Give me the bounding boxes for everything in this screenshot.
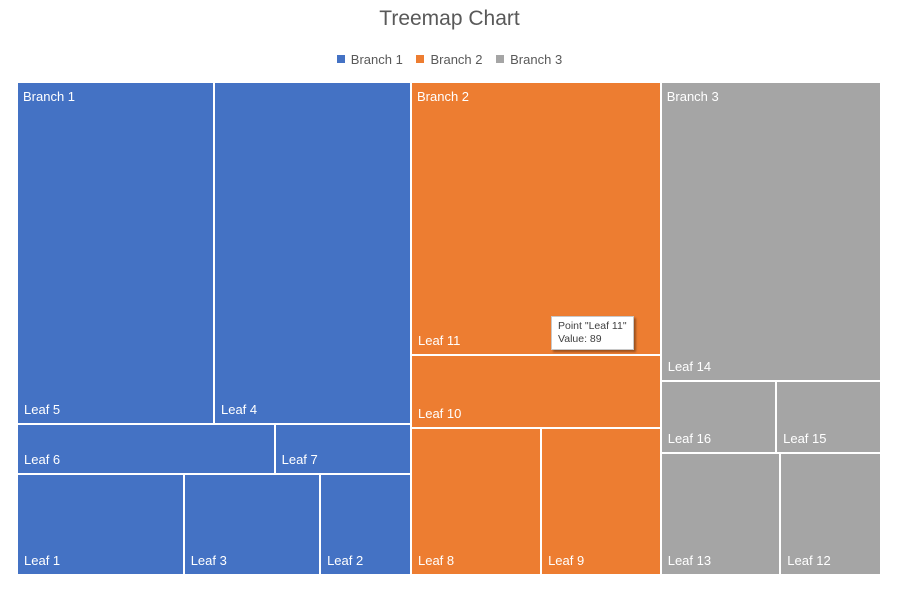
treemap-cell-leaf-8[interactable]: Leaf 8 <box>410 428 542 575</box>
legend-label: Branch 1 <box>350 51 403 67</box>
legend-label: Branch 2 <box>430 51 483 67</box>
legend-item-branch-1[interactable]: Branch 1 <box>336 51 403 67</box>
leaf-label: Leaf 10 <box>417 406 462 421</box>
treemap-plot-area: Leaf 5 Leaf 4 Leaf 6 Leaf 7 Leaf 1 Leaf 3 Leaf… <box>17 82 881 575</box>
legend-swatch-branch-2 <box>416 55 425 63</box>
treemap-cell-leaf-2[interactable]: Leaf 2 <box>320 474 411 575</box>
legend-swatch-branch-3 <box>496 55 505 63</box>
treemap-cell-leaf-1[interactable]: Leaf 1 <box>17 474 184 575</box>
treemap-cell-leaf-15[interactable]: Leaf 15 <box>776 380 881 454</box>
treemap-cell-leaf-16[interactable]: Leaf 16 <box>660 380 777 454</box>
leaf-label: Leaf 15 <box>783 431 827 447</box>
leaf-label: Leaf 8 <box>417 552 455 568</box>
leaf-label: Leaf 13 <box>667 552 712 568</box>
legend-swatch-branch-1 <box>336 55 345 63</box>
leaf-label: Leaf 16 <box>667 431 712 447</box>
treemap-cell-leaf-11[interactable]: Leaf 11 <box>410 82 661 355</box>
leaf-label: Leaf 5 <box>24 401 61 417</box>
treemap-cell-leaf-7[interactable]: Leaf 7 <box>274 423 411 475</box>
legend-item-branch-2[interactable]: Branch 2 <box>416 51 483 67</box>
legend-label: Branch 3 <box>510 51 563 67</box>
leaf-label: Leaf 7 <box>281 452 318 468</box>
leaf-label: Leaf 11 <box>417 332 461 348</box>
treemap-cell-leaf-10[interactable]: Leaf 10 <box>410 354 661 428</box>
leaf-label: Leaf 3 <box>190 552 227 568</box>
leaf-label: Leaf 4 <box>220 401 258 417</box>
chart-title: Treemap Chart <box>379 7 520 30</box>
branch-label-branch-2: Branch 2 <box>416 89 470 104</box>
treemap-cell-leaf-4[interactable]: Leaf 4 <box>213 82 411 424</box>
leaf-label: Leaf 12 <box>787 552 831 568</box>
legend: Branch 1 Branch 2 Branch 3 <box>0 51 899 67</box>
tooltip-point-label: Point "Leaf 11" <box>558 320 627 332</box>
leaf-label: Leaf 6 <box>24 452 61 468</box>
treemap-cell-leaf-3[interactable]: Leaf 3 <box>183 474 321 575</box>
tooltip-value-label: Value: 89 <box>558 333 602 345</box>
treemap-cell-leaf-14[interactable]: Leaf 14 <box>660 82 881 381</box>
leaf-label: Leaf 2 <box>327 552 364 568</box>
treemap-cell-leaf-9[interactable]: Leaf 9 <box>541 428 661 575</box>
treemap-cell-leaf-5[interactable]: Leaf 5 <box>17 82 214 424</box>
legend-item-branch-3[interactable]: Branch 3 <box>496 52 562 67</box>
treemap-cell-leaf-6[interactable]: Leaf 6 <box>17 423 275 475</box>
leaf-label: Leaf 9 <box>548 552 585 568</box>
treemap-cell-leaf-12[interactable]: Leaf 12 <box>780 453 881 575</box>
leaf-label: Leaf 1 <box>24 552 61 568</box>
branch-label-branch-3: Branch 3 <box>666 89 719 104</box>
treemap-cell-leaf-13[interactable]: Leaf 13 <box>660 453 781 575</box>
leaf-label: Leaf 14 <box>667 358 712 374</box>
branch-label-branch-1: Branch 1 <box>23 89 76 104</box>
data-point-tooltip: Point "Leaf 11" Value: 89 <box>551 316 634 350</box>
